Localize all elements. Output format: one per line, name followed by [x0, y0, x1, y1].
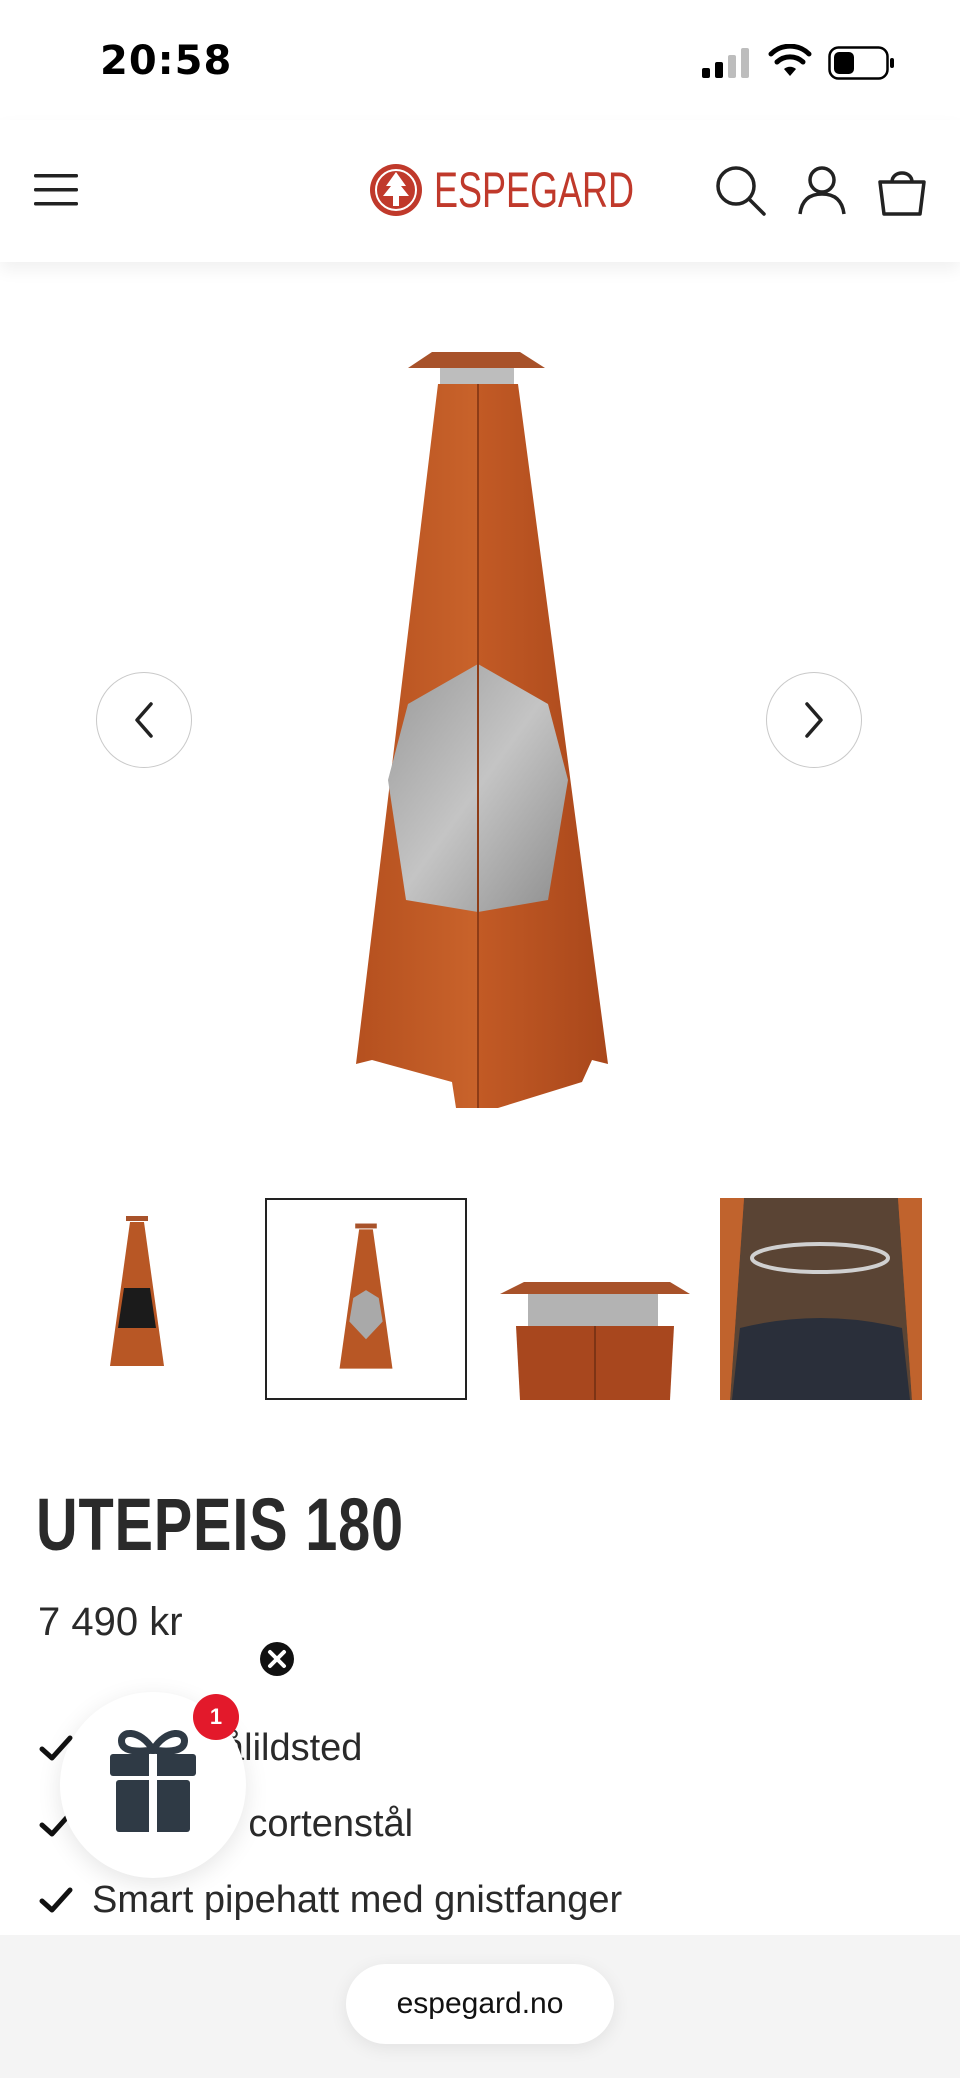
prev-image-button[interactable] [96, 672, 192, 768]
browser-domain-pill[interactable]: espegard.no [346, 1964, 614, 2044]
search-icon[interactable] [712, 162, 768, 218]
status-time: 20:58 [100, 38, 233, 84]
wifi-icon [768, 44, 812, 76]
thumbnail-1[interactable] [36, 1198, 238, 1400]
battery-icon [828, 46, 894, 80]
thumbnail-image [110, 1216, 164, 1366]
chevron-right-icon [805, 702, 823, 738]
check-icon [39, 1887, 73, 1913]
gift-badge: 1 [193, 1694, 239, 1740]
thumbnail-2[interactable] [265, 1198, 467, 1400]
logo-tree-icon [370, 164, 422, 216]
close-icon[interactable] [259, 1641, 295, 1677]
status-bar: 20:58 [0, 0, 960, 120]
site-header: ESPEGARD [0, 120, 960, 262]
product-title: UTEPEIS 180 [36, 1483, 404, 1566]
thumbnail-image [500, 1282, 690, 1400]
site-logo[interactable]: ESPEGARD [368, 158, 712, 222]
thumbnail-4[interactable] [720, 1198, 922, 1400]
thumbnail-image [720, 1198, 922, 1400]
signal-icon [702, 48, 749, 78]
product-price: 7 490 kr [38, 1600, 183, 1644]
user-icon[interactable] [794, 162, 850, 218]
thumbnail-3[interactable] [494, 1198, 696, 1400]
chevron-left-icon [135, 702, 153, 738]
cart-icon[interactable] [874, 162, 930, 218]
thumbnail-image [339, 1223, 393, 1369]
menu-icon[interactable] [34, 170, 80, 210]
next-image-button[interactable] [766, 672, 862, 768]
logo-text: ESPEGARD [434, 162, 635, 218]
feature-text: Smart pipehatt med gnistfanger [92, 1878, 623, 1921]
